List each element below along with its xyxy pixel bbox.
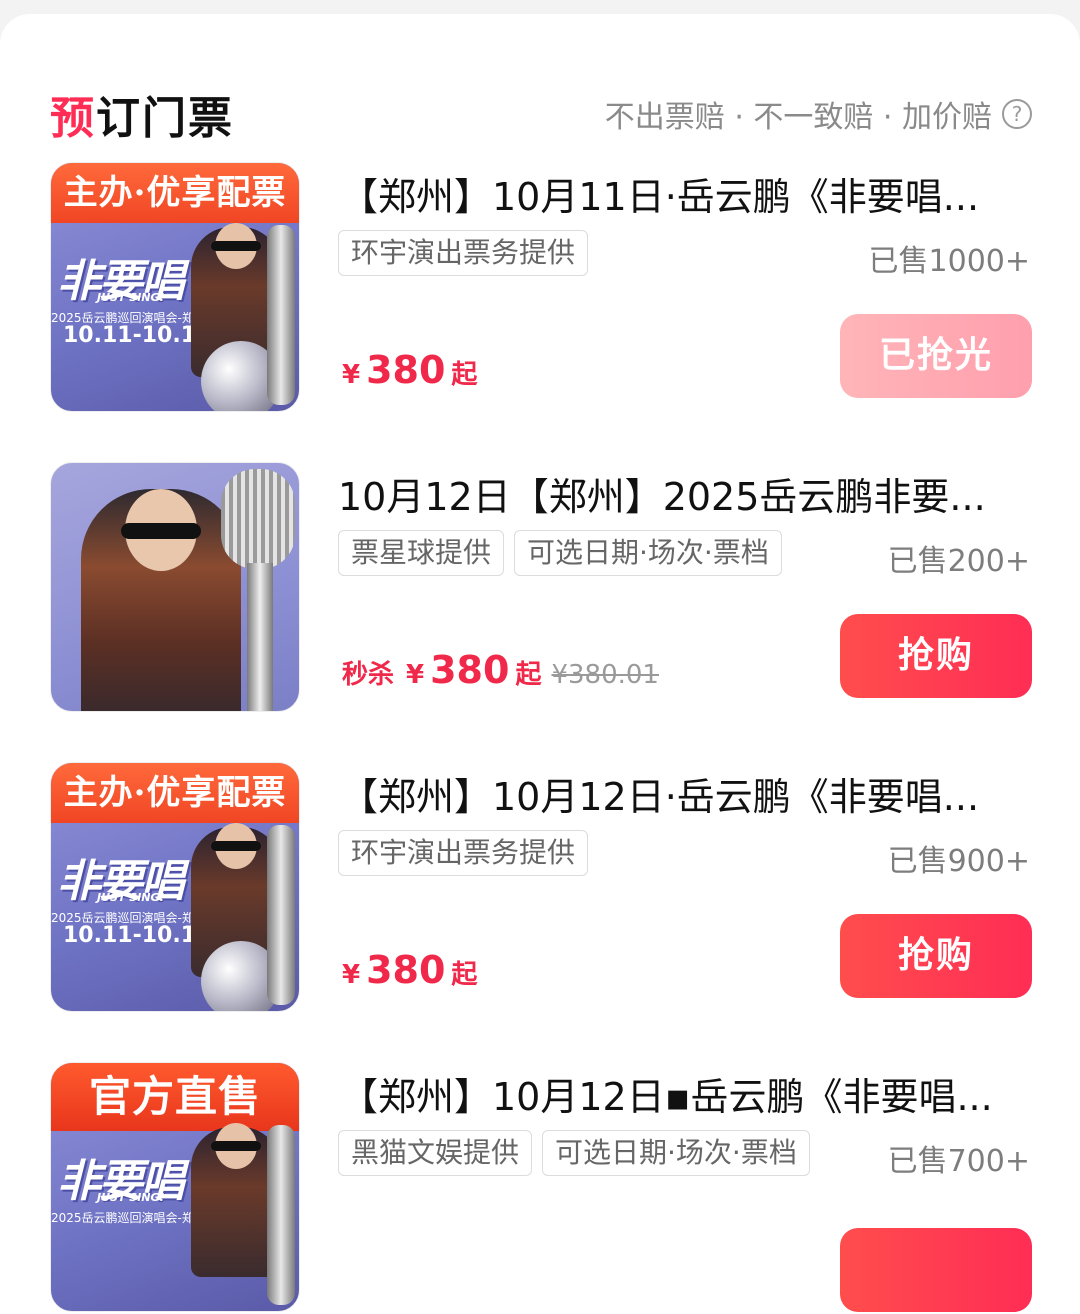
price-suffix: 起 — [451, 360, 478, 390]
original-price: ¥380.01 — [551, 660, 659, 690]
guarantee-text: 不出票赔 · 不一致赔 · 加价赔 — [604, 100, 992, 135]
provider-tags: 票星球提供 可选日期·场次·票档 — [338, 530, 782, 576]
option-tag: 可选日期·场次·票档 — [542, 1130, 810, 1176]
page-title-accent: 预 — [50, 93, 96, 144]
price-amount: 380 — [366, 948, 446, 992]
poster-subtitle: JUST SING! — [97, 891, 165, 904]
ticket-item[interactable]: 主办·优享配票 非要唱 JUST SING! 2025岳云鹏巡回演唱会-郑州站 … — [50, 162, 1032, 412]
event-title[interactable]: 【郑州】10月12日·岳云鹏《非要唱... — [340, 766, 1030, 821]
price-currency: ¥ — [342, 360, 361, 390]
ticket-item[interactable]: 主办·优享配票 非要唱 JUST SING! 2025岳云鹏巡回演唱会-郑州站 … — [50, 762, 1032, 1012]
poster-dates: 10.11-10.12 — [63, 323, 212, 348]
event-poster-thumbnail[interactable]: 主办·优享配票 非要唱 JUST SING! 2025岳云鹏巡回演唱会-郑州站 … — [50, 162, 300, 412]
provider-tags: 黑猫文娱提供 可选日期·场次·票档 — [338, 1130, 810, 1176]
buy-button[interactable] — [840, 1228, 1032, 1312]
guarantee-info[interactable]: 不出票赔 · 不一致赔 · 加价赔 ? — [605, 92, 1032, 136]
sold-count: 已售900+ — [887, 844, 1030, 879]
event-photo-thumbnail[interactable] — [50, 462, 300, 712]
provider-tag: 黑猫文娱提供 — [338, 1130, 533, 1176]
performer-image — [81, 489, 241, 711]
poster-dates: 10.11-10.12 — [63, 923, 212, 948]
provider-tag: 环宇演出票务提供 — [338, 830, 589, 876]
price-currency: ¥ — [342, 960, 361, 990]
price-suffix: 起 — [515, 660, 542, 690]
sold-count: 已售700+ — [887, 1144, 1030, 1179]
event-title[interactable]: 10月12日【郑州】2025岳云鹏非要... — [338, 466, 1028, 521]
provider-tags: 环宇演出票务提供 — [338, 830, 589, 876]
price-amount: 380 — [366, 348, 446, 392]
price: ¥380 起 — [342, 348, 477, 392]
event-poster-thumbnail[interactable]: 官方直售 非要唱 JUST SING! 2025岳云鹏巡回演唱会-郑州站 — [50, 1062, 300, 1312]
microphone-image — [221, 469, 295, 569]
event-title[interactable]: 【郑州】10月11日·岳云鹏《非要唱... — [340, 166, 1030, 221]
page-title: 预订门票 — [50, 93, 234, 144]
poster-subtitle: JUST SING! — [97, 1191, 165, 1204]
provider-tag: 票星球提供 — [338, 530, 505, 576]
help-icon[interactable]: ? — [1002, 99, 1032, 129]
poster-banner: 主办·优享配票 — [51, 163, 299, 223]
price-amount: 380 — [430, 648, 510, 692]
option-tag: 可选日期·场次·票档 — [514, 530, 782, 576]
provider-tag: 环宇演出票务提供 — [338, 230, 589, 276]
sold-out-button[interactable]: 已抢光 — [840, 314, 1032, 398]
poster-subtitle: JUST SING! — [97, 291, 165, 304]
provider-tags: 环宇演出票务提供 — [338, 230, 589, 276]
flash-sale-label: 秒杀 — [342, 660, 395, 690]
buy-button[interactable]: 抢购 — [840, 914, 1032, 998]
microphone-image — [267, 1125, 295, 1305]
price: ¥380 起 — [342, 948, 477, 992]
ticket-item[interactable]: 官方直售 非要唱 JUST SING! 2025岳云鹏巡回演唱会-郑州站 【郑州… — [50, 1062, 1032, 1312]
price-currency: ¥ — [406, 660, 425, 690]
event-poster-thumbnail[interactable]: 主办·优享配票 非要唱 JUST SING! 2025岳云鹏巡回演唱会-郑州站 … — [50, 762, 300, 1012]
ticket-card: 预订门票 不出票赔 · 不一致赔 · 加价赔 ? 主办·优享配票 非要唱 JUS… — [0, 14, 1080, 1314]
event-title[interactable]: 【郑州】10月12日▪岳云鹏《非要唱... — [340, 1066, 1030, 1121]
buy-button[interactable]: 抢购 — [840, 614, 1032, 698]
ticket-item[interactable]: 10月12日【郑州】2025岳云鹏非要... 票星球提供 可选日期·场次·票档 … — [50, 462, 1032, 712]
sold-count: 已售1000+ — [868, 244, 1030, 279]
ticket-header: 预订门票 不出票赔 · 不一致赔 · 加价赔 ? — [50, 76, 1032, 146]
price-suffix: 起 — [451, 960, 478, 990]
microphone-stand — [247, 563, 273, 711]
microphone-image — [267, 825, 295, 1005]
price: 秒杀 ¥380 起 ¥380.01 — [342, 648, 659, 692]
microphone-image — [267, 225, 295, 405]
sold-count: 已售200+ — [887, 544, 1030, 579]
poster-banner: 主办·优享配票 — [51, 763, 299, 823]
poster-banner: 官方直售 — [51, 1063, 299, 1131]
